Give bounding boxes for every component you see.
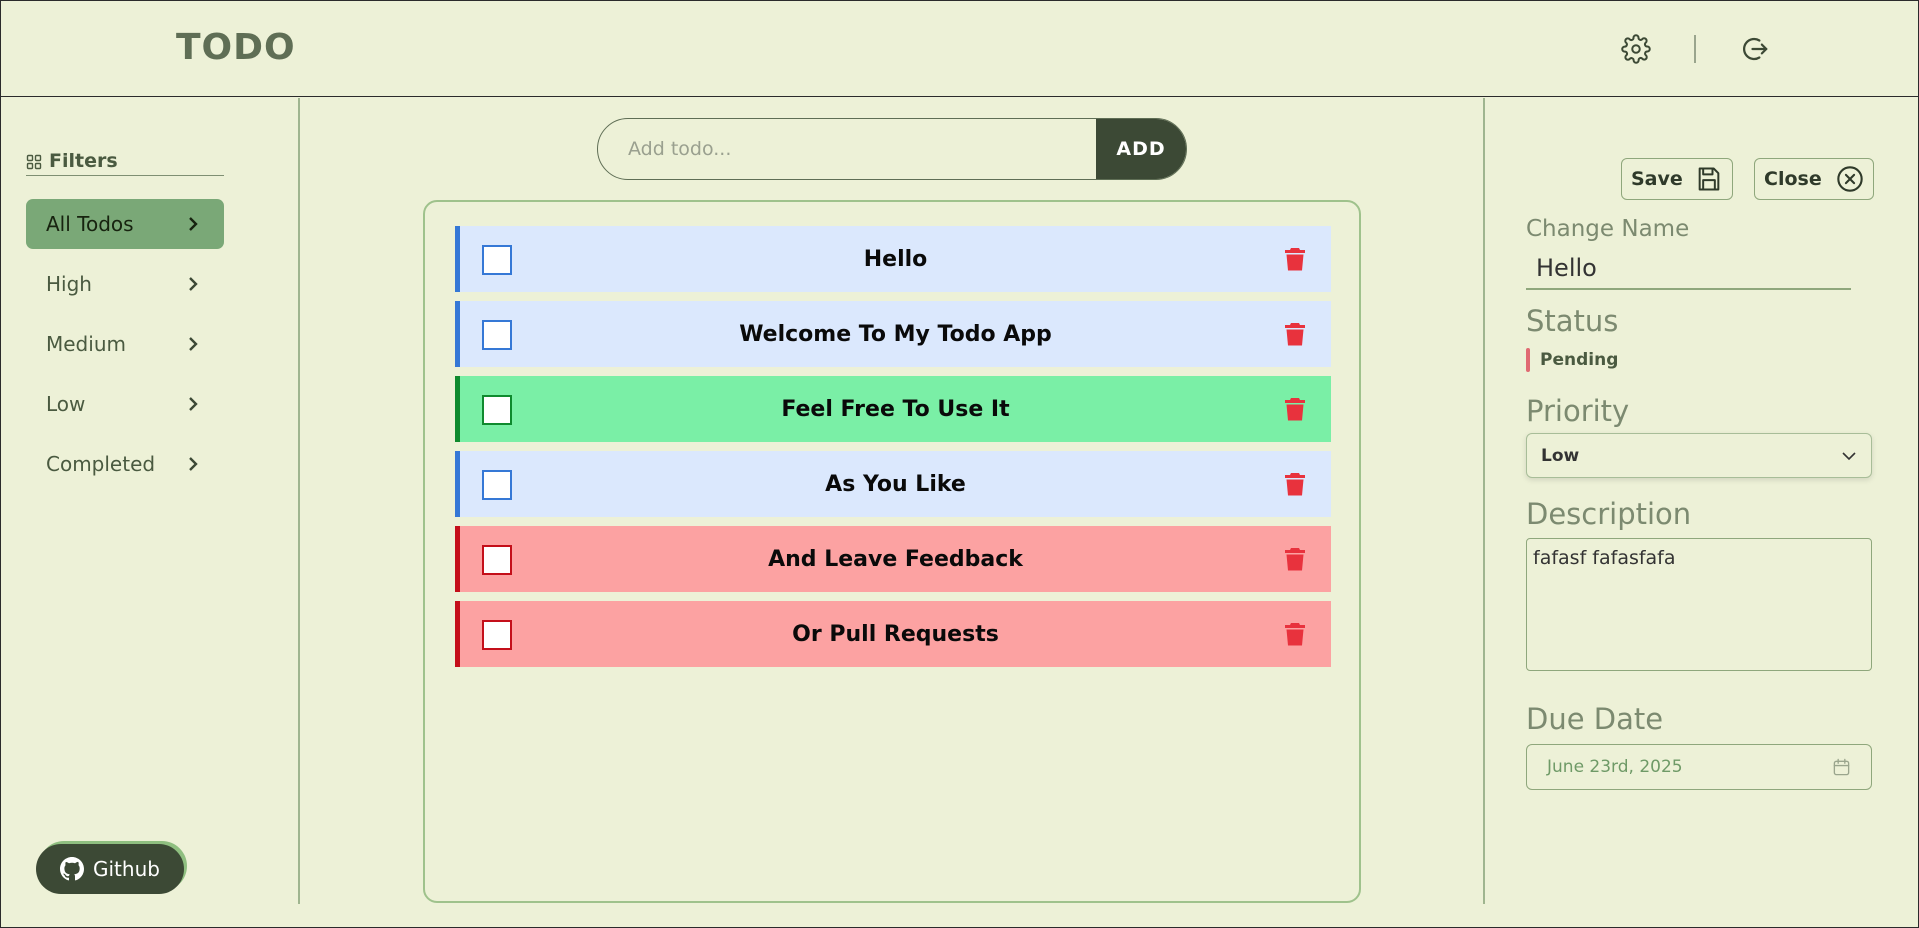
- todo-list: Hello Welcome To My Todo App Feel Free T…: [423, 200, 1361, 903]
- save-button[interactable]: Save: [1621, 158, 1733, 200]
- todo-details-panel: Save Close Change Name Status Pending Pr…: [1483, 98, 1919, 904]
- todo-name-input[interactable]: [1526, 248, 1851, 290]
- description-textarea[interactable]: fafasf fafasfafa: [1526, 538, 1872, 671]
- header: TODO: [1, 1, 1919, 97]
- status-label: Status: [1526, 304, 1619, 338]
- todo-item[interactable]: Hello: [455, 226, 1331, 292]
- trash-icon[interactable]: [1285, 322, 1305, 346]
- todo-title: Welcome To My Todo App: [739, 321, 1052, 347]
- github-button[interactable]: Github: [36, 844, 184, 894]
- todo-title: Hello: [863, 246, 928, 272]
- chevron-right-icon: [189, 277, 198, 291]
- todo-title: Feel Free To Use It: [781, 396, 1010, 422]
- filter-medium[interactable]: Medium: [26, 319, 224, 369]
- filter-all-todos[interactable]: All Todos: [26, 199, 224, 249]
- trash-icon[interactable]: [1285, 472, 1305, 496]
- save-label: Save: [1631, 168, 1683, 190]
- status-indicator: [1526, 348, 1530, 372]
- logout-icon[interactable]: [1740, 34, 1770, 64]
- trash-icon[interactable]: [1285, 622, 1305, 646]
- add-todo-input[interactable]: [598, 119, 1096, 179]
- status-value: Pending: [1540, 350, 1619, 370]
- save-icon: [1698, 167, 1720, 191]
- priority-label: Priority: [1526, 394, 1630, 428]
- github-label: Github: [93, 857, 160, 881]
- add-todo-form: ADD: [597, 118, 1187, 180]
- due-date-value: June 23rd, 2025: [1547, 757, 1683, 777]
- sidebar: Filters All Todos High Medium Low Comple…: [1, 98, 300, 904]
- add-button[interactable]: ADD: [1096, 119, 1186, 179]
- filter-low[interactable]: Low: [26, 379, 224, 429]
- todo-title: As You Like: [825, 471, 966, 497]
- todo-item[interactable]: Welcome To My Todo App: [455, 301, 1331, 367]
- app-root: TODO Filters All Todos High Medium Low C…: [0, 0, 1919, 928]
- close-circle-icon: [1837, 166, 1863, 192]
- status-badge: Pending: [1526, 348, 1618, 372]
- chevron-right-icon: [189, 337, 198, 351]
- trash-icon[interactable]: [1285, 547, 1305, 571]
- description-label: Description: [1526, 497, 1692, 531]
- todo-item[interactable]: Or Pull Requests: [455, 601, 1331, 667]
- chevron-right-icon: [189, 397, 198, 411]
- todo-title: Or Pull Requests: [792, 621, 999, 647]
- filters-heading: Filters: [26, 150, 224, 176]
- filter-label: Medium: [46, 332, 126, 356]
- priority-value: Low: [1541, 445, 1580, 466]
- priority-select[interactable]: Low: [1526, 433, 1872, 478]
- due-date-picker[interactable]: June 23rd, 2025: [1526, 744, 1872, 790]
- filter-label: High: [46, 272, 92, 296]
- filter-label: Completed: [46, 452, 156, 476]
- trash-icon[interactable]: [1285, 397, 1305, 421]
- chevron-down-icon: [1842, 452, 1856, 461]
- grid-icon: [26, 154, 42, 170]
- todo-title: And Leave Feedback: [768, 546, 1023, 572]
- filter-label: Low: [46, 392, 86, 416]
- due-date-label: Due Date: [1526, 702, 1664, 736]
- calendar-icon: [1833, 758, 1850, 776]
- filters-title: Filters: [49, 150, 118, 172]
- change-name-label: Change Name: [1526, 216, 1690, 242]
- header-divider: [1694, 35, 1696, 63]
- todo-item[interactable]: And Leave Feedback: [455, 526, 1331, 592]
- gear-icon[interactable]: [1621, 34, 1651, 64]
- logo: TODO: [176, 27, 296, 68]
- close-label: Close: [1764, 168, 1822, 190]
- todo-item[interactable]: As You Like: [455, 451, 1331, 517]
- filter-high[interactable]: High: [26, 259, 224, 309]
- chevron-right-icon: [189, 457, 198, 471]
- chevron-right-icon: [189, 217, 198, 231]
- close-button[interactable]: Close: [1754, 158, 1874, 200]
- filter-label: All Todos: [46, 212, 134, 236]
- todo-item[interactable]: Feel Free To Use It: [455, 376, 1331, 442]
- github-icon: [60, 857, 84, 881]
- trash-icon[interactable]: [1285, 247, 1305, 271]
- filter-completed[interactable]: Completed: [26, 439, 224, 489]
